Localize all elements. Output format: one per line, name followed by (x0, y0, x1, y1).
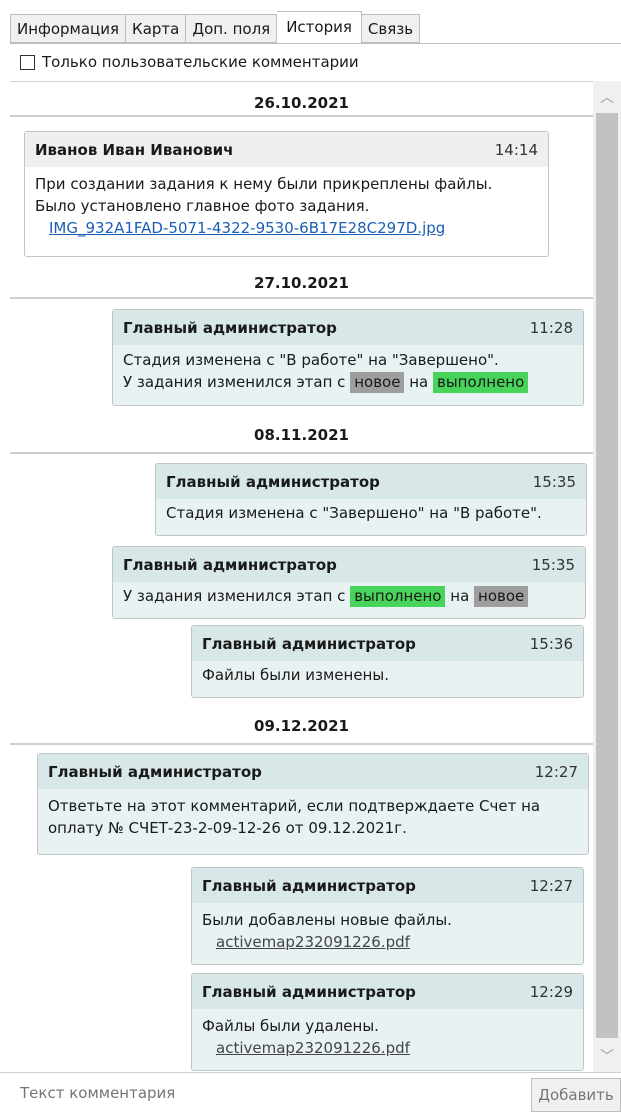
message-header: Иванов Иван Иванович 14:14 (25, 132, 548, 167)
message-author: Главный администратор (48, 762, 262, 781)
message-time: 11:28 (529, 318, 573, 337)
user-comments-checkbox[interactable] (20, 54, 35, 70)
message-author: Главный администратор (202, 982, 416, 1001)
message-header: Главный администратор 15:35 (156, 464, 586, 499)
tab-bar: Информация Карта Доп. поля История Связь (10, 11, 421, 44)
message-text: Файлы были изменены. (202, 666, 389, 684)
message-time: 14:14 (494, 140, 538, 159)
message-body: У задания изменился этап с выполнено на … (113, 582, 585, 611)
user-comments-label: Только пользовательские комментарии (42, 53, 359, 71)
tab-history[interactable]: История (277, 11, 362, 44)
scroll-up-icon[interactable]: ︿ (593, 87, 621, 107)
tab-link[interactable]: Связь (361, 14, 421, 43)
stage-badge-done: выполнено (350, 586, 446, 607)
message-body: Файлы были изменены. (192, 661, 583, 690)
date-divider (10, 115, 593, 117)
scroll-down-icon[interactable]: ﹀ (593, 1046, 621, 1066)
message-author: Главный администратор (123, 555, 337, 574)
message-time: 15:35 (531, 555, 575, 574)
message-text: При создании задания к нему были прикреп… (35, 175, 493, 193)
message-author: Главный администратор (202, 876, 416, 895)
message-author: Иванов Иван Иванович (35, 140, 234, 159)
message-text: Стадия изменена с "Завершено" на "В рабо… (166, 504, 542, 522)
message-body: Стадия изменена с "Завершено" на "В рабо… (156, 499, 586, 528)
attachment-link[interactable]: IMG_932A1FAD-5071-4322-9530-6B17E28C297D… (35, 219, 445, 237)
message-text: Ответьте на этот комментарий, если подтв… (48, 797, 541, 815)
stage-badge-new: новое (474, 586, 529, 607)
message-text: оплату № СЧЕТ-23-2-09-12-26 от 09.12.202… (48, 819, 407, 837)
message-text: Файлы были удалены. (202, 1017, 379, 1035)
message-text: Было установлено главное фото задания. (35, 197, 370, 215)
tab-extra-fields[interactable]: Доп. поля (186, 14, 278, 43)
message-author: Главный администратор (166, 472, 380, 491)
message-body: Файлы были удалены. activemap232091226.p… (192, 1009, 583, 1063)
date-separator: 08.11.2021 (254, 426, 349, 444)
stage-badge-done: выполнено (433, 372, 529, 393)
tab-map[interactable]: Карта (126, 14, 187, 43)
message-card[interactable]: Главный администратор 15:35 Стадия измен… (155, 463, 587, 536)
message-text: на (450, 587, 470, 605)
message-header: Главный администратор 12:29 (192, 974, 583, 1009)
message-body: Были добавлены новые файлы. activemap232… (192, 903, 583, 957)
stage-badge-new: новое (350, 372, 405, 393)
message-header: Главный администратор 12:27 (38, 754, 588, 789)
message-time: 15:36 (529, 634, 573, 653)
add-comment-button[interactable]: Добавить (531, 1078, 621, 1112)
message-time: 12:29 (529, 982, 573, 1001)
user-comments-filter[interactable]: Только пользовательские комментарии (20, 53, 359, 71)
message-card[interactable]: Иванов Иван Иванович 14:14 При создании … (24, 131, 549, 257)
message-time: 15:35 (532, 472, 576, 491)
message-text: У задания изменился этап с (123, 373, 346, 391)
message-card[interactable]: Главный администратор 11:28 Стадия измен… (112, 309, 584, 406)
message-header: Главный администратор 15:36 (192, 626, 583, 661)
attachment-link[interactable]: activemap232091226.pdf (202, 1039, 410, 1057)
date-separator: 26.10.2021 (254, 94, 349, 112)
tab-divider (10, 43, 621, 44)
message-time: 12:27 (534, 762, 578, 781)
comment-input[interactable] (18, 1083, 502, 1103)
date-separator: 27.10.2021 (254, 274, 349, 292)
message-text: Были добавлены новые файлы. (202, 911, 452, 929)
message-card[interactable]: Главный администратор 15:36 Файлы были и… (191, 625, 584, 698)
message-header: Главный администратор 11:28 (113, 310, 583, 345)
message-card[interactable]: Главный администратор 12:29 Файлы были у… (191, 973, 584, 1071)
message-text: Стадия изменена с "В работе" на "Заверше… (123, 351, 499, 369)
tab-info[interactable]: Информация (10, 14, 127, 43)
message-card[interactable]: Главный администратор 15:35 У задания из… (112, 546, 586, 619)
date-divider (10, 743, 593, 745)
message-text: на (409, 373, 429, 391)
attachment-link[interactable]: activemap232091226.pdf (202, 933, 410, 951)
date-divider (10, 452, 593, 454)
message-body: Ответьте на этот комментарий, если подтв… (38, 789, 588, 843)
message-body: Стадия изменена с "В работе" на "Заверше… (113, 345, 583, 397)
vertical-scrollbar[interactable]: ︿ ﹀ (593, 81, 621, 1072)
message-time: 12:27 (529, 876, 573, 895)
bottom-divider (0, 1072, 621, 1073)
history-panel: 26.10.2021 Иванов Иван Иванович 14:14 Пр… (10, 81, 593, 1072)
date-divider (10, 297, 593, 299)
message-author: Главный администратор (123, 318, 337, 337)
message-card[interactable]: Главный администратор 12:27 Были добавле… (191, 867, 584, 965)
scroll-thumb[interactable] (596, 113, 618, 1038)
date-separator: 09.12.2021 (254, 717, 349, 735)
message-author: Главный администратор (202, 634, 416, 653)
message-body: При создании задания к нему были прикреп… (25, 167, 548, 243)
message-text: У задания изменился этап с (123, 587, 346, 605)
message-header: Главный администратор 15:35 (113, 547, 585, 582)
message-card[interactable]: Главный администратор 12:27 Ответьте на … (37, 753, 589, 855)
message-header: Главный администратор 12:27 (192, 868, 583, 903)
